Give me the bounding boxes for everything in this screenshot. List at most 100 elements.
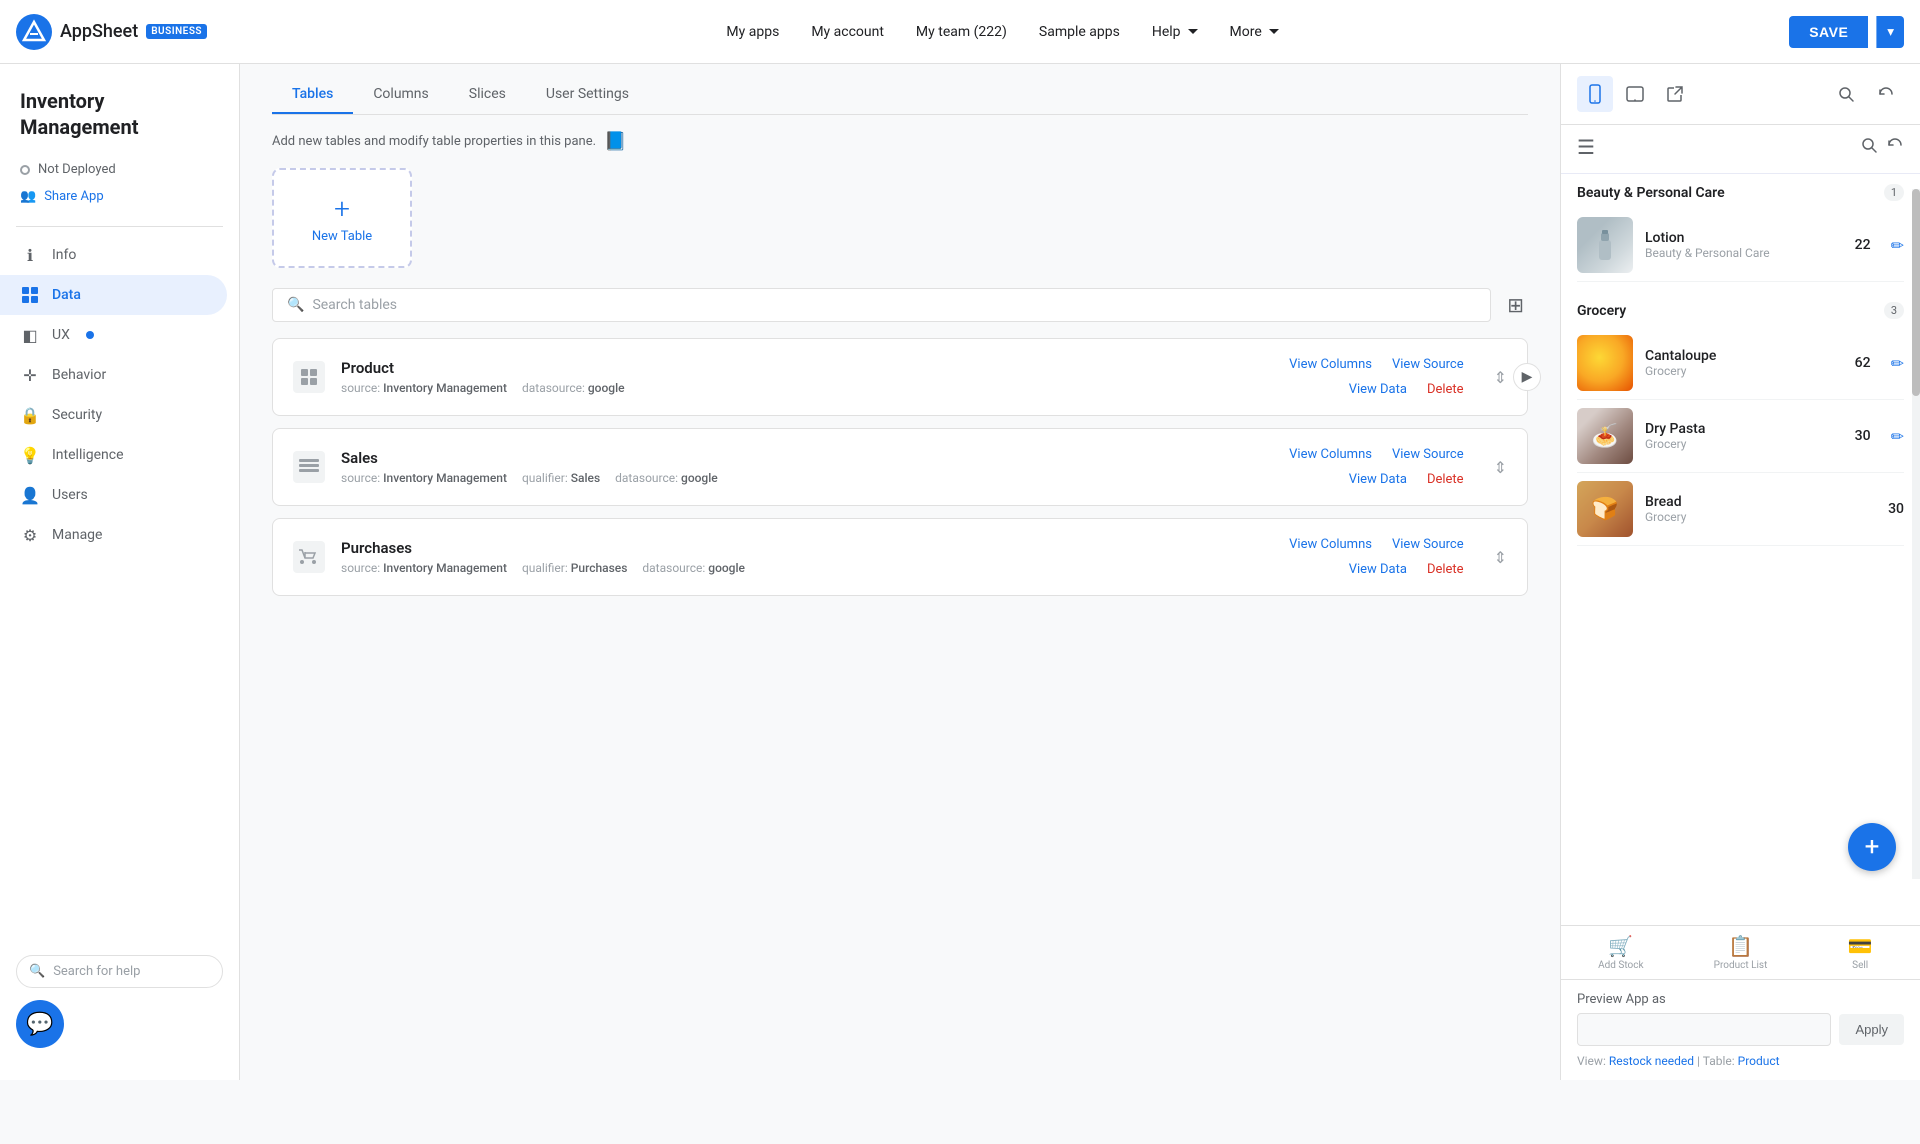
phone-menu-icon[interactable]: ☰ xyxy=(1577,135,1595,159)
add-fab-icon[interactable]: + xyxy=(1848,823,1896,871)
sales-table-meta: source: Inventory Management qualifier: … xyxy=(341,471,1267,485)
table-link[interactable]: Product xyxy=(1738,1054,1780,1068)
sidebar-bottom: 🔍 Search for help 💬 xyxy=(0,939,239,1064)
sales-view-source-link[interactable]: View Source xyxy=(1386,445,1470,464)
sidebar-item-data[interactable]: Data xyxy=(0,275,227,315)
new-table-button[interactable]: + New Table xyxy=(272,168,412,268)
purchases-expand-arrow[interactable]: ⇕ xyxy=(1494,548,1507,567)
new-table-plus-icon: + xyxy=(334,192,350,225)
sales-expand-arrow[interactable]: ⇕ xyxy=(1494,458,1507,477)
purchases-view-columns-link[interactable]: View Columns xyxy=(1283,535,1378,554)
product-table-meta: source: Inventory Management datasource:… xyxy=(341,381,1267,395)
table-card-purchases: Purchases source: Inventory Management q… xyxy=(272,518,1528,596)
view-label: View: xyxy=(1577,1054,1606,1068)
sales-delete-link[interactable]: Delete xyxy=(1421,470,1470,489)
share-icon: 👥 xyxy=(20,189,36,204)
product-next-arrow[interactable]: ▶ xyxy=(1513,363,1541,391)
external-view-button[interactable] xyxy=(1657,76,1693,112)
tab-columns[interactable]: Columns xyxy=(353,76,448,114)
not-deployed-status[interactable]: Not Deployed xyxy=(0,156,239,183)
nav-link-myteam[interactable]: My team (222) xyxy=(904,18,1019,46)
beauty-cat-count: 1 xyxy=(1884,184,1904,201)
pane-description: Add new tables and modify table properti… xyxy=(272,115,1528,168)
bread-info: Bread Grocery xyxy=(1645,494,1876,524)
cantaloupe-name: Cantaloupe xyxy=(1645,348,1843,364)
product-source-label: source: Inventory Management xyxy=(341,381,507,395)
sidebar-item-behavior[interactable]: ✛ Behavior xyxy=(0,355,227,395)
product-delete-link[interactable]: Delete xyxy=(1421,380,1470,399)
phone-add-fab[interactable]: + xyxy=(1848,823,1896,871)
nav-link-sampleapps[interactable]: Sample apps xyxy=(1027,18,1132,46)
sales-table-icon xyxy=(293,451,325,483)
sidebar-item-manage[interactable]: ⚙ Manage xyxy=(0,515,227,555)
tab-slices[interactable]: Slices xyxy=(449,76,526,114)
product-list-label: Product List xyxy=(1714,960,1768,971)
share-app-button[interactable]: 👥 Share App xyxy=(0,183,239,210)
nav-link-myapps[interactable]: My apps xyxy=(714,18,791,46)
grid-view-icon[interactable]: ⊞ xyxy=(1503,289,1528,321)
sell-label: Sell xyxy=(1852,960,1868,971)
refresh-preview-button[interactable] xyxy=(1868,76,1904,112)
sales-table-name: Sales xyxy=(341,449,1267,467)
search-placeholder: Search tables xyxy=(312,297,397,313)
lotion-qty: 22 xyxy=(1855,237,1871,253)
product-view-columns-link[interactable]: View Columns xyxy=(1283,355,1378,374)
lotion-name: Lotion xyxy=(1645,230,1843,246)
pasta-edit-icon[interactable]: ✏ xyxy=(1891,427,1904,446)
preview-toolbar xyxy=(1561,64,1920,125)
preview-as-input[interactable] xyxy=(1577,1013,1831,1046)
search-help-label: Search for help xyxy=(53,964,140,979)
nav-link-more[interactable]: More xyxy=(1218,18,1291,46)
phone-search-icon[interactable] xyxy=(1860,136,1878,159)
view-link[interactable]: Restock needed xyxy=(1609,1054,1694,1068)
sidebar-item-info[interactable]: ℹ Info xyxy=(0,235,227,275)
lotion-image xyxy=(1577,217,1633,273)
nav-link-myaccount[interactable]: My account xyxy=(799,18,896,46)
appsheet-logo-icon xyxy=(16,14,52,50)
purchases-view-source-link[interactable]: View Source xyxy=(1386,535,1470,554)
cantaloupe-edit-icon[interactable]: ✏ xyxy=(1891,354,1904,373)
sidebar-item-intelligence[interactable]: 💡 Intelligence xyxy=(0,435,227,475)
behavior-icon: ✛ xyxy=(20,365,40,385)
tab-user-settings[interactable]: User Settings xyxy=(526,76,649,114)
phone-refresh-icon[interactable] xyxy=(1886,136,1904,159)
sales-source-label: source: Inventory Management xyxy=(341,471,507,485)
purchases-view-data-link[interactable]: View Data xyxy=(1343,560,1413,579)
lotion-edit-icon[interactable]: ✏ xyxy=(1891,236,1904,255)
sidebar-item-ux[interactable]: ◧ UX xyxy=(0,315,227,355)
table-card-product: Product source: Inventory Management dat… xyxy=(272,338,1528,416)
sidebar-item-security[interactable]: 🔒 Security xyxy=(0,395,227,435)
nav-link-help[interactable]: Help xyxy=(1140,18,1210,46)
phone-nav-add-stock[interactable]: 🛒 Add Stock xyxy=(1561,934,1681,971)
tables-search-input[interactable]: 🔍 Search tables xyxy=(272,288,1491,322)
sidebar-item-users[interactable]: 👤 Users xyxy=(0,475,227,515)
phone-nav-sell[interactable]: 💳 Sell xyxy=(1800,934,1920,971)
pasta-qty: 30 xyxy=(1855,428,1871,444)
tab-tables[interactable]: Tables xyxy=(272,76,353,114)
sales-view-columns-link[interactable]: View Columns xyxy=(1283,445,1378,464)
product-view-source-link[interactable]: View Source xyxy=(1386,355,1470,374)
search-preview-button[interactable] xyxy=(1828,76,1864,112)
product-view-data-link[interactable]: View Data xyxy=(1343,380,1413,399)
sales-view-data-link[interactable]: View Data xyxy=(1343,470,1413,489)
phone-nav-product-list[interactable]: 📋 Product List xyxy=(1681,934,1801,971)
preview-scrollbar-thumb[interactable] xyxy=(1912,189,1920,396)
purchases-table-info: Purchases source: Inventory Management q… xyxy=(341,539,1267,575)
lotion-item: Lotion Beauty & Personal Care 22 ✏ xyxy=(1577,209,1904,282)
top-nav-links: My apps My account My team (222) Sample … xyxy=(240,18,1765,46)
tablet-view-button[interactable] xyxy=(1617,76,1653,112)
search-help-input[interactable]: 🔍 Search for help xyxy=(16,955,223,988)
product-expand-arrow[interactable]: ⇕ xyxy=(1494,368,1507,387)
save-dropdown-button[interactable]: ▾ xyxy=(1876,16,1904,48)
apply-button[interactable]: Apply xyxy=(1839,1014,1904,1045)
data-icon xyxy=(20,285,40,305)
chat-fab-button[interactable]: 💬 xyxy=(16,1000,64,1048)
purchases-table-icon xyxy=(293,541,325,573)
app-body: Inventory Management Not Deployed 👥 Shar… xyxy=(0,64,1920,1080)
pasta-name: Dry Pasta xyxy=(1645,421,1843,437)
purchases-delete-link[interactable]: Delete xyxy=(1421,560,1470,579)
purchases-qualifier-label: qualifier: Purchases xyxy=(522,561,627,575)
bread-image: 🍞 xyxy=(1577,481,1633,537)
phone-view-button[interactable] xyxy=(1577,76,1613,112)
save-button[interactable]: SAVE xyxy=(1789,16,1868,48)
